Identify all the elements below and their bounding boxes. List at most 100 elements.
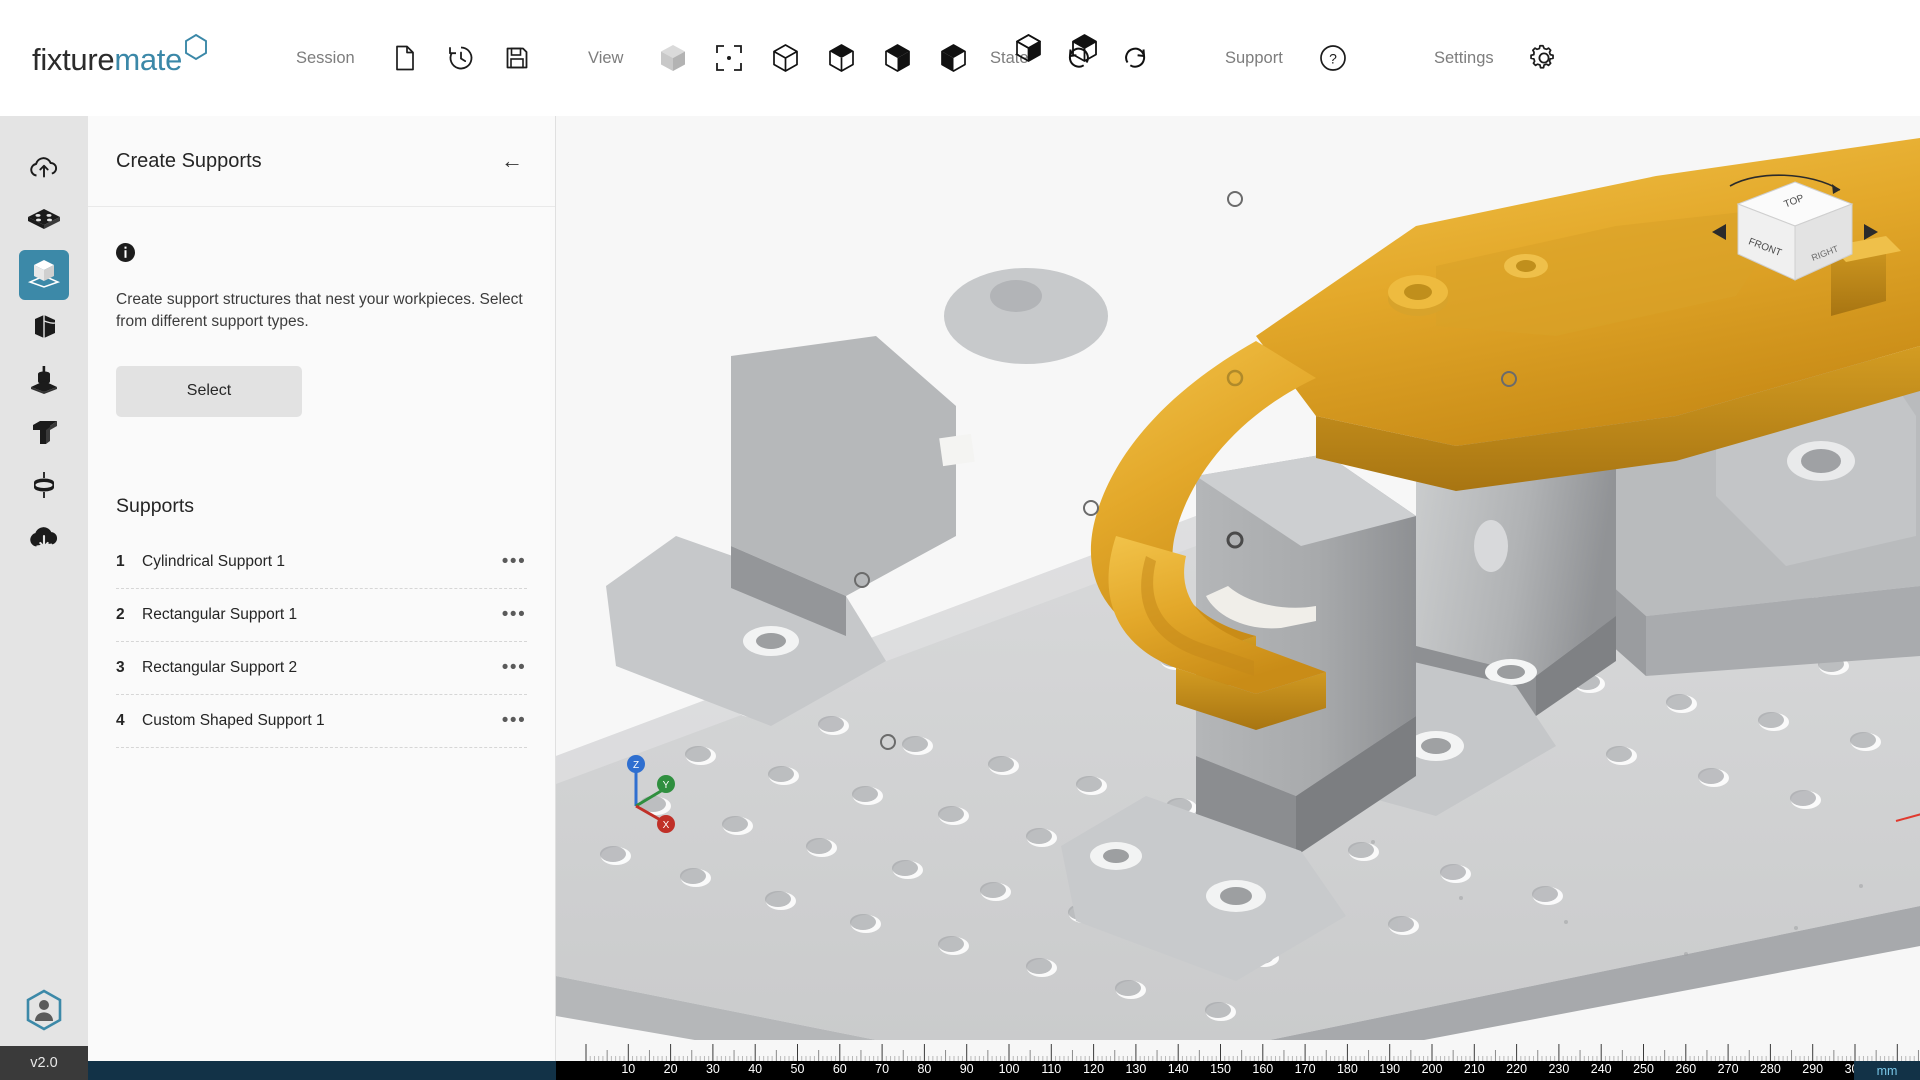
avatar[interactable] <box>16 984 72 1040</box>
row-menu-icon[interactable]: ••• <box>501 551 527 573</box>
sidebar-item-blocks[interactable] <box>19 303 69 353</box>
view-cubes-extra <box>1000 28 1112 68</box>
cube-right-shaded-icon[interactable] <box>877 38 917 78</box>
user-hexagon-avatar-icon <box>23 988 65 1037</box>
cloud-upload-icon <box>28 153 60 186</box>
sidebar-item-import[interactable] <box>19 144 69 194</box>
viewport-3d[interactable]: Z Y X TOP FRONT RIGHT <box>556 116 1920 1080</box>
view-group: View <box>588 38 981 78</box>
row-menu-icon[interactable]: ••• <box>501 604 527 626</box>
ruler-numbers: 1020304050607080901001101201301401501601… <box>556 1061 1920 1080</box>
sidebar-item-t-supports[interactable] <box>19 409 69 459</box>
cube-top-shaded-icon[interactable] <box>821 38 861 78</box>
logo-secondary: mate <box>114 42 182 77</box>
clamp-icon <box>28 363 60 400</box>
back-arrow-icon[interactable]: ← <box>497 146 527 176</box>
ruler-tick-label: 120 <box>1083 1062 1104 1076</box>
ruler-tick-label: 30 <box>706 1062 720 1076</box>
logo-text: fixturemate <box>32 44 182 75</box>
left-rail: v2.0 <box>0 116 88 1080</box>
ruler-tick-label: 130 <box>1125 1062 1146 1076</box>
gear-icon[interactable] <box>1524 38 1564 78</box>
cube-front-shaded-icon[interactable] <box>933 38 973 78</box>
ruler-unit-badge[interactable]: mm <box>1854 1061 1920 1080</box>
sidebar-item-supports[interactable] <box>19 250 69 300</box>
settings-group: Settings <box>1434 38 1572 78</box>
ruler-tick-label: 50 <box>791 1062 805 1076</box>
table-row[interactable]: 4 Custom Shaped Support 1 ••• <box>116 695 527 748</box>
logo-primary: fixture <box>32 42 114 77</box>
cube-wireframe-icon[interactable] <box>765 38 805 78</box>
ruler-tick-label: 140 <box>1168 1062 1189 1076</box>
support-group: Support ? <box>1225 38 1361 78</box>
ruler-tick-label: 270 <box>1718 1062 1739 1076</box>
ruler-tick-label: 110 <box>1041 1062 1061 1076</box>
support-label: Cylindrical Support 1 <box>142 553 501 571</box>
support-label: Support <box>1225 49 1283 68</box>
ruler-tick-label: 100 <box>999 1062 1020 1076</box>
support-index: 4 <box>116 712 142 730</box>
svg-text:Z: Z <box>633 760 639 771</box>
hexagon-icon <box>183 33 209 66</box>
ruler-tick-label: 260 <box>1675 1062 1696 1076</box>
select-button[interactable]: Select <box>116 366 302 417</box>
disc-icon <box>28 470 60 505</box>
version-label: v2.0 <box>0 1046 88 1080</box>
settings-label: Settings <box>1434 49 1494 68</box>
sidebar-item-baseplate[interactable] <box>19 197 69 247</box>
navigation-cube[interactable]: TOP FRONT RIGHT <box>1700 168 1890 298</box>
ruler-tick-label: 170 <box>1295 1062 1316 1076</box>
supports-heading: Supports <box>116 495 527 518</box>
history-icon[interactable] <box>441 38 481 78</box>
new-file-icon[interactable] <box>385 38 425 78</box>
angled-block-icon <box>29 311 59 346</box>
help-circle-icon[interactable]: ? <box>1313 38 1353 78</box>
table-row[interactable]: 1 Cylindrical Support 1 ••• <box>116 536 527 589</box>
redo-icon[interactable] <box>1115 38 1155 78</box>
row-menu-icon[interactable]: ••• <box>501 710 527 732</box>
table-row[interactable]: 2 Rectangular Support 1 ••• <box>116 589 527 642</box>
ruler[interactable]: 1020304050607080901001101201301401501601… <box>556 1040 1920 1080</box>
app-logo[interactable]: fixturemate <box>0 42 300 75</box>
save-icon[interactable] <box>497 38 537 78</box>
navcube-left-arrow <box>1712 224 1726 240</box>
support-index: 3 <box>116 659 142 677</box>
support-label: Rectangular Support 2 <box>142 659 501 677</box>
ruler-tick-label: 280 <box>1760 1062 1781 1076</box>
session-group: Session <box>296 38 545 78</box>
fit-to-view-icon[interactable] <box>709 38 749 78</box>
cube-on-plate-icon <box>27 257 61 294</box>
ruler-tick-label: 250 <box>1633 1062 1654 1076</box>
sidebar-item-pins[interactable] <box>19 462 69 512</box>
app-root: fixturemate Session View <box>0 0 1920 1080</box>
table-row[interactable]: 3 Rectangular Support 2 ••• <box>116 642 527 695</box>
ruler-ticks <box>556 1040 1920 1061</box>
t-support-icon <box>28 417 60 452</box>
baseplate-grid-icon <box>27 207 61 238</box>
support-index: 1 <box>116 553 142 571</box>
ruler-tick-label: 200 <box>1422 1062 1443 1076</box>
row-menu-icon[interactable]: ••• <box>501 657 527 679</box>
svg-text:Y: Y <box>663 780 670 791</box>
rail-items <box>19 116 69 568</box>
session-label: Session <box>296 49 355 68</box>
page-title: Create Supports <box>116 150 497 173</box>
shaded-cube-icon[interactable] <box>653 38 693 78</box>
sidebar-item-clamps[interactable] <box>19 356 69 406</box>
cube-left-shaded-icon[interactable] <box>1008 28 1048 68</box>
svg-text:X: X <box>663 820 670 831</box>
sidebar-item-export[interactable] <box>19 515 69 565</box>
panel-description: Create support structures that nest your… <box>116 289 527 334</box>
support-label: Rectangular Support 1 <box>142 606 501 624</box>
ruler-tick-label: 80 <box>917 1062 931 1076</box>
ruler-tick-label: 180 <box>1337 1062 1358 1076</box>
ruler-tick-label: 160 <box>1252 1062 1273 1076</box>
ruler-tick-label: 190 <box>1379 1062 1400 1076</box>
supports-list: 1 Cylindrical Support 1 ••• 2 Rectangula… <box>116 536 527 748</box>
ruler-left-top-fill <box>88 1040 556 1061</box>
cube-solid-icon[interactable] <box>1064 28 1104 68</box>
panel-body: Create support structures that nest your… <box>88 207 555 748</box>
ruler-tick-label: 40 <box>748 1062 762 1076</box>
ruler-tick-label: 70 <box>875 1062 889 1076</box>
ruler-tick-label: 20 <box>664 1062 678 1076</box>
